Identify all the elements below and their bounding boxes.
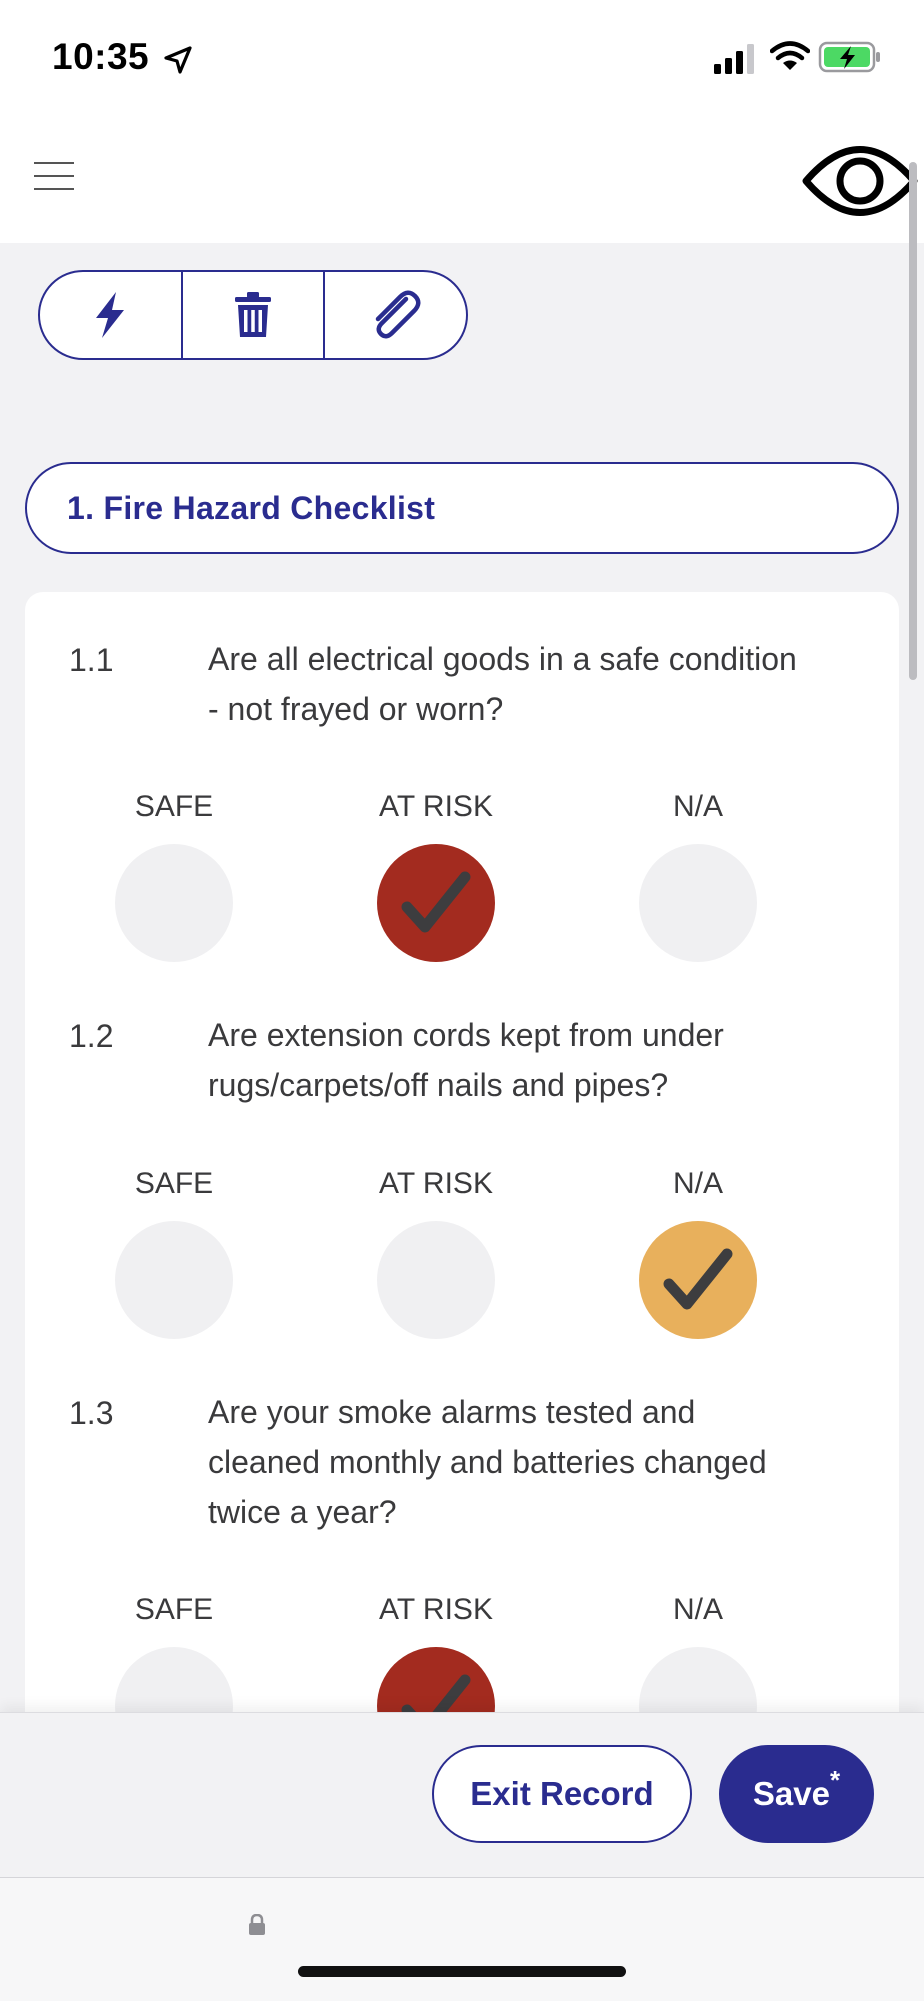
option-label-na: N/A xyxy=(672,790,723,823)
question-number: 1.3 xyxy=(69,1395,114,1431)
option-at-risk-radio[interactable] xyxy=(377,1221,495,1339)
option-label-na: N/A xyxy=(672,1167,723,1200)
save-button[interactable]: Save * xyxy=(719,1745,874,1843)
option-safe-radio[interactable] xyxy=(115,1221,233,1339)
option-label-at-risk: AT RISK xyxy=(379,790,493,823)
exit-record-button[interactable]: Exit Record xyxy=(432,1745,692,1843)
section-title: 1. Fire Hazard Checklist xyxy=(67,489,436,526)
save-label: Save xyxy=(752,1775,830,1812)
eye-icon[interactable] xyxy=(800,138,920,224)
question-text: Are all electrical goods in a safe condi… xyxy=(208,641,797,727)
battery-charging-icon xyxy=(818,41,880,73)
option-na-radio[interactable] xyxy=(639,844,757,962)
question-number: 1.2 xyxy=(69,1018,114,1054)
question-number: 1.1 xyxy=(69,642,114,678)
wifi-icon xyxy=(770,41,810,70)
attach-button[interactable] xyxy=(323,272,466,358)
option-label-at-risk: AT RISK xyxy=(379,1167,493,1200)
signal-icon xyxy=(714,44,754,74)
status-time: 10:35 xyxy=(52,36,150,77)
lightning-icon xyxy=(96,292,125,338)
page-scrollbar[interactable] xyxy=(909,162,917,680)
top-nav-bar xyxy=(0,120,924,243)
record-actions-group xyxy=(38,270,468,360)
option-label-at-risk: AT RISK xyxy=(379,1593,493,1626)
option-at-risk-radio-selected[interactable] xyxy=(377,844,495,962)
option-safe-radio[interactable] xyxy=(115,844,233,962)
section-header-fire-hazard[interactable]: 1. Fire Hazard Checklist xyxy=(25,462,899,554)
hamburger-menu-icon[interactable] xyxy=(34,162,74,192)
unsaved-marker: * xyxy=(829,1764,841,1795)
option-na-radio-selected[interactable] xyxy=(639,1221,757,1339)
exit-record-label: Exit Record xyxy=(470,1775,654,1812)
question-text: Are your smoke alarms tested and cleaned… xyxy=(208,1394,767,1530)
browser-bottom-bar xyxy=(0,1877,924,2001)
option-label-na: N/A xyxy=(672,1593,723,1626)
option-label-safe: SAFE xyxy=(134,1593,214,1626)
paperclip-icon xyxy=(375,290,421,339)
checkmark-icon xyxy=(663,1248,733,1310)
checklist-card xyxy=(25,592,899,1812)
quick-action-button[interactable] xyxy=(40,272,181,358)
location-arrow-icon xyxy=(164,46,192,74)
option-label-safe: SAFE xyxy=(134,790,214,823)
status-bar: 10:35 xyxy=(0,0,924,120)
checkmark-icon xyxy=(401,871,471,933)
home-indicator[interactable] xyxy=(298,1966,626,1977)
question-text: Are extension cords kept from under rugs… xyxy=(208,1017,724,1103)
lock-icon xyxy=(249,1914,265,1935)
delete-button[interactable] xyxy=(180,272,324,358)
option-label-safe: SAFE xyxy=(134,1167,214,1200)
trash-icon xyxy=(235,292,271,337)
